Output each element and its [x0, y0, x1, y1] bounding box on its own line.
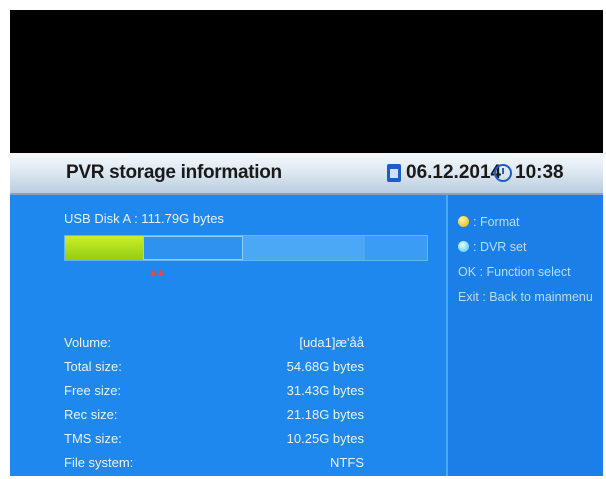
info-key: Volume:	[64, 335, 111, 350]
hint-back[interactable]: Exit : Back to mainmenu	[458, 290, 593, 304]
storage-panel: USB Disk A : 111.79G bytes ▲▲ Volume: [u…	[10, 195, 446, 476]
time-display: 10:38	[515, 162, 564, 183]
storage-usage-bar	[64, 235, 428, 261]
info-key: Free size:	[64, 383, 122, 398]
info-key: Total size:	[64, 359, 122, 374]
yellow-button-icon	[458, 216, 469, 227]
hint-label: : Back to mainmenu	[482, 290, 593, 304]
hint-label: : Format	[473, 215, 520, 229]
calendar-icon	[387, 164, 401, 182]
info-value: 21.18G bytes	[286, 407, 364, 422]
info-value: NTFS	[330, 455, 364, 470]
info-key: File system:	[64, 455, 134, 470]
info-key: Rec size:	[64, 407, 118, 422]
header-bar: PVR storage information 06.12.2014 10:38	[10, 153, 603, 195]
info-value: 54.68G bytes	[286, 359, 364, 374]
clock-icon	[494, 164, 512, 182]
position-marker: ▲▲	[148, 267, 166, 278]
info-value: [uda1]æ'åå	[299, 335, 364, 350]
hint-label: : Function select	[479, 265, 571, 279]
free-segment	[243, 236, 365, 260]
page-title: PVR storage information	[66, 162, 282, 183]
hint-key: Exit	[458, 290, 479, 304]
hint-label: : DVR set	[473, 240, 527, 254]
tms-segment	[143, 236, 243, 260]
date-display: 06.12.2014	[406, 162, 502, 183]
used-segment	[65, 236, 143, 260]
info-value: 31.43G bytes	[286, 383, 364, 398]
tv-screen: PVR storage information 06.12.2014 10:38…	[10, 10, 603, 476]
info-value: 10.25G bytes	[286, 431, 364, 446]
hint-function-select[interactable]: OK : Function select	[458, 265, 571, 279]
hint-dvr-set[interactable]: : DVR set	[458, 240, 527, 254]
blue-button-icon	[458, 241, 469, 252]
info-key: TMS size:	[64, 431, 122, 446]
help-panel: : Format : DVR set OK : Function select …	[446, 195, 603, 476]
disk-label: USB Disk A : 111.79G bytes	[64, 211, 224, 226]
hint-key: OK	[458, 265, 477, 279]
hint-format[interactable]: : Format	[458, 215, 520, 229]
